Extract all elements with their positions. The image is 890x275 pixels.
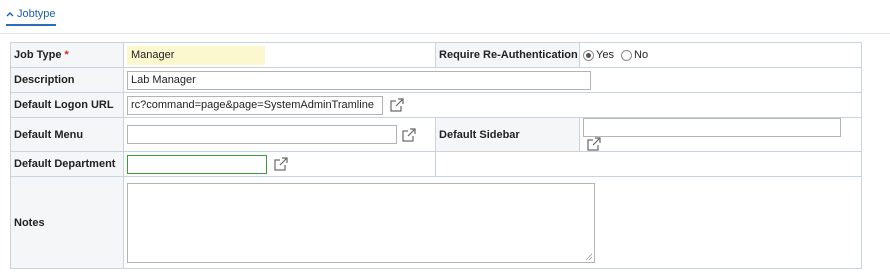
- job-type-label: Job Type *: [10, 42, 124, 68]
- external-link-icon[interactable]: [402, 127, 416, 142]
- reauth-label: Require Re-Authentication: [435, 42, 581, 68]
- description-cell: Lab Manager: [122, 67, 863, 93]
- section-title: Jobtype: [17, 8, 56, 20]
- menu-label: Default Menu: [10, 117, 124, 152]
- reauth-yes-label: Yes: [596, 49, 614, 62]
- jobtype-form: Job Type * Manager Require Re-Authentica…: [10, 42, 863, 269]
- logon-url-cell: rc?command=page&page=SystemAdminTramline: [122, 92, 863, 118]
- department-label: Default Department: [10, 151, 124, 177]
- description-label: Description: [10, 67, 124, 93]
- section-toggle[interactable]: Jobtype: [6, 8, 56, 26]
- row-description: Description Lab Manager: [10, 67, 863, 93]
- reauth-no-label: No: [634, 49, 649, 62]
- section-header: Jobtype: [0, 0, 890, 34]
- notes-cell: [122, 176, 863, 269]
- sidebar-cell: [579, 117, 863, 152]
- sidebar-label: Default Sidebar: [435, 117, 581, 152]
- reauth-cell: Yes No: [579, 42, 863, 68]
- notes-label: Notes: [10, 176, 124, 269]
- sidebar-input[interactable]: [583, 118, 842, 137]
- row-job-type: Job Type * Manager Require Re-Authentica…: [10, 42, 863, 68]
- department-cell: [122, 151, 437, 177]
- job-type-cell: Manager: [122, 42, 437, 68]
- required-marker: *: [64, 49, 69, 61]
- resize-grip-icon[interactable]: [585, 253, 593, 261]
- menu-input[interactable]: [127, 125, 397, 144]
- external-link-icon[interactable]: [390, 98, 404, 112]
- external-link-icon[interactable]: [274, 157, 288, 171]
- department-input[interactable]: [127, 154, 267, 174]
- logon-url-label: Default Logon URL: [10, 92, 124, 118]
- row-logon-url: Default Logon URL rc?command=page&page=S…: [10, 92, 863, 118]
- department-empty-cell: [435, 151, 863, 177]
- row-department: Default Department: [10, 151, 863, 177]
- job-type-input[interactable]: Manager: [127, 45, 265, 65]
- reauth-no-radio[interactable]: [621, 49, 633, 61]
- description-input[interactable]: Lab Manager: [127, 70, 591, 90]
- row-menu: Default Menu Default Sidebar: [10, 117, 863, 152]
- row-notes: Notes: [10, 176, 863, 269]
- logon-url-input[interactable]: rc?command=page&page=SystemAdminTramline: [127, 95, 383, 115]
- menu-cell: [122, 117, 437, 152]
- reauth-yes-radio[interactable]: [583, 49, 595, 61]
- chevron-up-icon: [6, 12, 14, 17]
- notes-textarea[interactable]: [127, 182, 595, 263]
- external-link-icon[interactable]: [587, 137, 601, 151]
